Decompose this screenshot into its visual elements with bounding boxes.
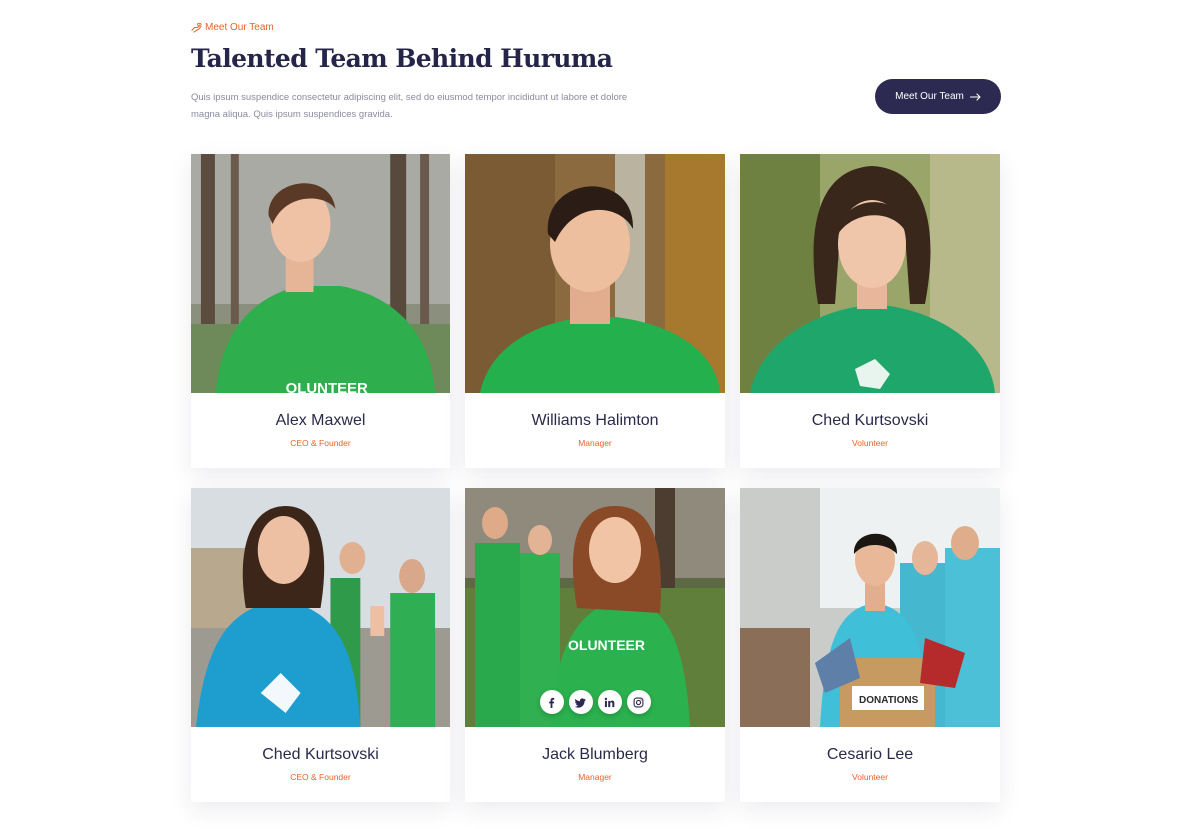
team-card-info: Ched Kurtsovski Volunteer bbox=[740, 393, 1000, 468]
team-member-name: Cesario Lee bbox=[826, 746, 914, 763]
donation-box-label: DONATIONS bbox=[859, 695, 919, 706]
team-card-info: Jack Blumberg Manager bbox=[465, 727, 725, 802]
team-card-info: Cesario Lee Volunteer bbox=[740, 727, 1000, 802]
team-card[interactable]: OLUNTEER Alex Maxwel CEO & Founder bbox=[191, 154, 450, 468]
team-card[interactable]: Williams Halimton Manager bbox=[465, 154, 725, 468]
section-description: Quis ipsum suspendice consectetur adipis… bbox=[191, 92, 628, 120]
team-card[interactable]: OLUNTEER Jack Blumberg Manager bbox=[465, 488, 725, 802]
shirt-print: OLUNTEER bbox=[568, 637, 645, 653]
team-member-photo: OLUNTEER bbox=[191, 154, 450, 393]
team-member-photo: DONATIONS bbox=[740, 488, 1000, 727]
team-card-info: Alex Maxwel CEO & Founder bbox=[191, 393, 450, 468]
team-member-name: Ched Kurtsovski bbox=[811, 412, 929, 429]
team-card-info: Williams Halimton Manager bbox=[465, 393, 725, 468]
shirt-print: OLUNTEER bbox=[286, 380, 368, 393]
team-member-role: CEO & Founder bbox=[290, 772, 351, 782]
eyebrow: Meet Our Team bbox=[191, 22, 274, 33]
team-member-role: Volunteer bbox=[852, 772, 888, 782]
team-member-photo bbox=[191, 488, 450, 727]
team-member-name: Jack Blumberg bbox=[542, 746, 648, 763]
section-title: Talented Team Behind Huruma bbox=[191, 44, 613, 73]
meet-our-team-button-label: Meet Our Team bbox=[895, 91, 964, 102]
team-member-name: Williams Halimton bbox=[531, 412, 659, 429]
team-member-role: Volunteer bbox=[852, 438, 888, 448]
team-member-photo: OLUNTEER bbox=[465, 488, 725, 727]
team-grid: OLUNTEER Alex Maxwel CEO & Founder Willi… bbox=[191, 154, 1001, 802]
meet-our-team-button[interactable]: Meet Our Team bbox=[875, 79, 1001, 114]
team-member-name: Ched Kurtsovski bbox=[262, 746, 379, 763]
team-member-photo bbox=[465, 154, 725, 393]
team-card-info: Ched Kurtsovski CEO & Founder bbox=[191, 727, 450, 802]
team-card[interactable]: DONATIONS Cesario Lee Volunteer bbox=[740, 488, 1000, 802]
team-member-name: Alex Maxwel bbox=[275, 412, 366, 429]
team-card[interactable]: Ched Kurtsovski CEO & Founder bbox=[191, 488, 450, 802]
team-card[interactable]: Ched Kurtsovski Volunteer bbox=[740, 154, 1000, 468]
team-member-role: Manager bbox=[578, 772, 612, 782]
team-member-photo bbox=[740, 154, 1000, 393]
arrow-right-icon bbox=[969, 92, 981, 101]
twitter-icon[interactable] bbox=[568, 690, 593, 714]
hand-heart-icon bbox=[191, 23, 202, 33]
eyebrow-label: Meet Our Team bbox=[205, 22, 274, 33]
team-section: Meet Our Team Talented Team Behind Hurum… bbox=[191, 0, 1001, 829]
linkedin-icon[interactable] bbox=[597, 690, 622, 714]
instagram-icon[interactable] bbox=[626, 690, 651, 714]
facebook-icon[interactable] bbox=[539, 690, 564, 714]
team-member-role: Manager bbox=[578, 438, 612, 448]
team-member-role: CEO & Founder bbox=[290, 438, 351, 448]
social-links bbox=[465, 690, 725, 714]
